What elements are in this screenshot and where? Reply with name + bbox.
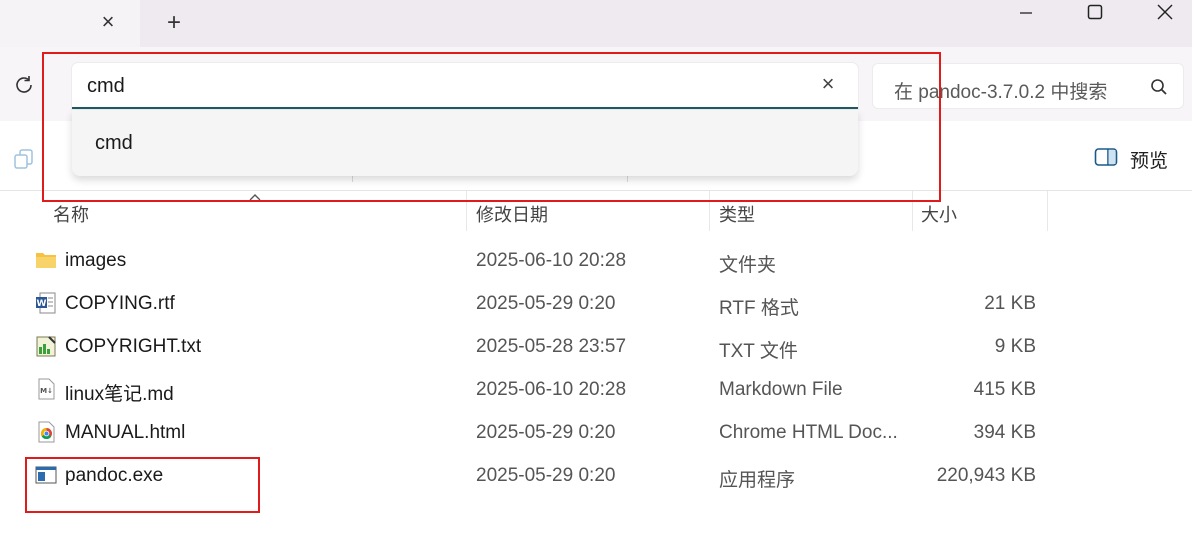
file-date: 2025-06-10 20:28 — [476, 379, 627, 400]
file-date: 2025-05-29 0:20 — [476, 465, 616, 486]
file-row[interactable]: COPYRIGHT.txt 2025-05-28 23:57 TXT 文件 9 … — [0, 325, 1192, 368]
refresh-icon[interactable] — [12, 73, 36, 97]
preview-label: 预览 — [1130, 150, 1169, 172]
file-type: Markdown File — [719, 379, 843, 400]
clear-icon[interactable]: × — [818, 73, 838, 95]
file-date: 2025-05-29 0:20 — [476, 293, 616, 314]
file-size: 9 KB — [994, 336, 1036, 357]
suggestion-item[interactable]: cmd — [95, 132, 133, 155]
close-window-icon[interactable] — [1142, 0, 1188, 24]
column-divider[interactable] — [709, 191, 710, 231]
file-date: 2025-05-28 23:57 — [476, 336, 627, 357]
column-name-header[interactable]: 名称 — [53, 201, 89, 227]
column-divider[interactable] — [1047, 191, 1048, 231]
close-tab-icon[interactable]: × — [96, 10, 120, 34]
maximize-icon[interactable] — [1072, 0, 1118, 24]
markdown-file-icon: M↓ — [35, 378, 57, 400]
file-type: RTF 格式 — [719, 298, 799, 319]
file-type: 应用程序 — [719, 470, 796, 491]
active-tab[interactable]: × — [0, 0, 140, 47]
file-date: 2025-06-10 20:28 — [476, 250, 627, 271]
column-divider[interactable] — [912, 191, 913, 231]
file-size: 394 KB — [973, 422, 1036, 443]
file-name: linux笔记.md — [65, 384, 174, 405]
copy-icon[interactable] — [12, 147, 36, 171]
file-size: 21 KB — [984, 293, 1036, 314]
preview-button[interactable]: 预览 — [1094, 147, 1169, 172]
folder-icon — [35, 249, 57, 271]
file-type: 文件夹 — [719, 255, 777, 276]
address-input[interactable]: cmd × — [72, 63, 858, 109]
file-date: 2025-05-29 0:20 — [476, 422, 616, 443]
file-row[interactable]: pandoc.exe 2025-05-29 0:20 应用程序 220,943 … — [0, 454, 1192, 497]
svg-text:W: W — [37, 299, 47, 309]
file-type: TXT 文件 — [719, 341, 798, 362]
column-header-row: 名称 修改日期 类型 大小 — [0, 191, 1192, 231]
word-document-icon: W — [35, 292, 57, 314]
file-size: 415 KB — [973, 379, 1036, 400]
search-icon[interactable] — [1149, 77, 1169, 97]
column-divider[interactable] — [466, 191, 467, 231]
file-name: COPYRIGHT.txt — [65, 336, 202, 357]
file-type: Chrome HTML Doc... — [719, 422, 898, 443]
column-type-header[interactable]: 类型 — [719, 201, 755, 227]
sort-ascending-icon — [248, 189, 262, 201]
file-name: images — [65, 250, 127, 271]
file-name: pandoc.exe — [65, 465, 164, 486]
file-name: COPYING.rtf — [65, 293, 175, 314]
search-input[interactable]: 在 pandoc-3.7.0.2 中搜索 — [872, 63, 1184, 109]
new-tab-icon[interactable]: + — [162, 11, 186, 35]
svg-text:M↓: M↓ — [40, 387, 53, 395]
search-placeholder: 在 pandoc-3.7.0.2 中搜索 — [894, 82, 1108, 103]
text-file-icon — [35, 335, 57, 357]
preview-pane-icon — [1094, 147, 1118, 172]
address-suggestion-list: cmd — [72, 110, 858, 176]
application-icon — [35, 464, 57, 486]
chrome-icon — [35, 421, 57, 443]
title-bar: × + — [0, 0, 1192, 47]
file-row[interactable]: MANUAL.html 2025-05-29 0:20 Chrome HTML … — [0, 411, 1192, 454]
address-input-value: cmd — [87, 75, 125, 97]
file-name: MANUAL.html — [65, 422, 186, 443]
file-row[interactable]: M↓ linux笔记.md 2025-06-10 20:28 Markdown … — [0, 368, 1192, 411]
file-row[interactable]: W COPYING.rtf 2025-05-29 0:20 RTF 格式 21 … — [0, 282, 1192, 325]
file-size: 220,943 KB — [936, 465, 1036, 486]
minimize-icon[interactable] — [1003, 0, 1049, 24]
file-row[interactable]: images 2025-06-10 20:28 文件夹 — [0, 239, 1192, 282]
column-date-header[interactable]: 修改日期 — [476, 201, 548, 227]
column-size-header[interactable]: 大小 — [921, 201, 957, 227]
